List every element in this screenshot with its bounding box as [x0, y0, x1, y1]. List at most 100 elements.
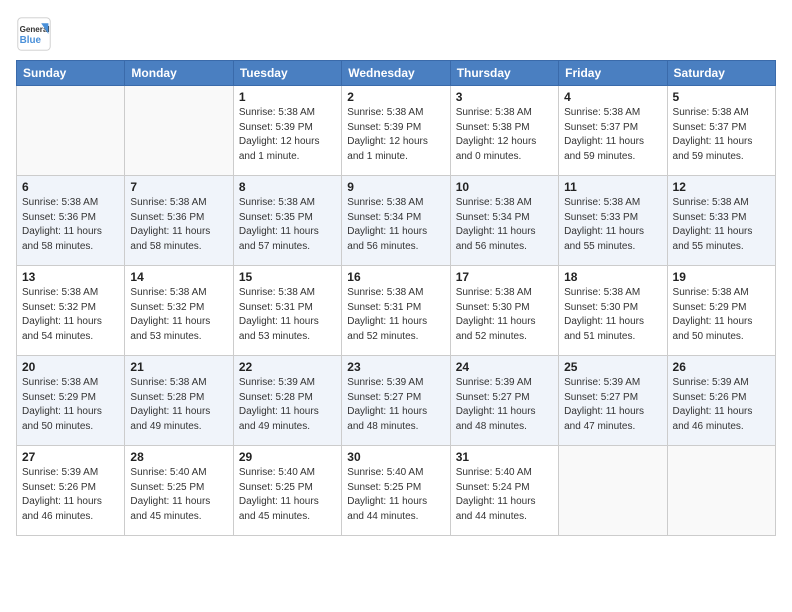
- day-info: Sunrise: 5:38 AM Sunset: 5:34 PM Dayligh…: [456, 196, 553, 254]
- calendar-cell: 8 Sunrise: 5:38 AM Sunset: 5:35 PM Daylig…: [233, 176, 341, 266]
- day-number: 5: [673, 90, 770, 104]
- logo-icon: General Blue: [16, 16, 52, 52]
- day-info: Sunrise: 5:38 AM Sunset: 5:38 PM Dayligh…: [456, 106, 553, 164]
- calendar-cell: 7 Sunrise: 5:38 AM Sunset: 5:36 PM Daylig…: [125, 176, 233, 266]
- page-header: General Blue: [16, 16, 776, 52]
- calendar-cell: 5 Sunrise: 5:38 AM Sunset: 5:37 PM Daylig…: [667, 86, 775, 176]
- calendar-cell: 26Sunrise: 5:39 AM Sunset: 5:26 PM Dayli…: [667, 356, 775, 446]
- day-number: 16: [347, 270, 444, 284]
- calendar-cell: 1 Sunrise: 5:38 AM Sunset: 5:39 PM Daylig…: [233, 86, 341, 176]
- day-number: 30: [347, 450, 444, 464]
- calendar-cell: 24 Sunrise: 5:39 AM Sunset: 5:27 PM Dayli…: [450, 356, 558, 446]
- day-number: 26: [673, 360, 770, 374]
- day-number: 13: [22, 270, 119, 284]
- week-row-5: 27 Sunrise: 5:39 AM Sunset: 5:26 PM Dayli…: [17, 446, 776, 536]
- calendar-cell: 2Sunrise: 5:38 AM Sunset: 5:39 PM Daylig…: [342, 86, 450, 176]
- calendar-cell: [559, 446, 667, 536]
- day-number: 6: [22, 180, 119, 194]
- day-info: Sunrise: 5:38 AM Sunset: 5:34 PM Dayligh…: [347, 196, 444, 254]
- day-number: 21: [130, 360, 227, 374]
- calendar-cell: 3 Sunrise: 5:38 AM Sunset: 5:38 PM Daylig…: [450, 86, 558, 176]
- day-info: Sunrise: 5:38 AM Sunset: 5:37 PM Dayligh…: [673, 106, 770, 164]
- day-number: 20: [22, 360, 119, 374]
- day-number: 24: [456, 360, 553, 374]
- day-info: Sunrise: 5:40 AM Sunset: 5:25 PM Dayligh…: [130, 466, 227, 524]
- day-number: 28: [130, 450, 227, 464]
- day-number: 31: [456, 450, 553, 464]
- day-info: Sunrise: 5:39 AM Sunset: 5:26 PM Dayligh…: [22, 466, 119, 524]
- calendar-cell: [125, 86, 233, 176]
- calendar-cell: 15 Sunrise: 5:38 AM Sunset: 5:31 PM Dayli…: [233, 266, 341, 356]
- day-info: Sunrise: 5:38 AM Sunset: 5:31 PM Dayligh…: [239, 286, 336, 344]
- week-row-2: 6 Sunrise: 5:38 AM Sunset: 5:36 PM Daylig…: [17, 176, 776, 266]
- day-info: Sunrise: 5:38 AM Sunset: 5:39 PM Dayligh…: [347, 106, 444, 164]
- calendar-cell: 9 Sunrise: 5:38 AM Sunset: 5:34 PM Daylig…: [342, 176, 450, 266]
- calendar-cell: 16 Sunrise: 5:38 AM Sunset: 5:31 PM Dayli…: [342, 266, 450, 356]
- day-number: 3: [456, 90, 553, 104]
- calendar-cell: 29Sunrise: 5:40 AM Sunset: 5:25 PM Dayli…: [233, 446, 341, 536]
- day-info: Sunrise: 5:38 AM Sunset: 5:29 PM Dayligh…: [22, 376, 119, 434]
- day-number: 29: [239, 450, 336, 464]
- week-row-3: 13 Sunrise: 5:38 AM Sunset: 5:32 PM Dayli…: [17, 266, 776, 356]
- day-info: Sunrise: 5:38 AM Sunset: 5:39 PM Dayligh…: [239, 106, 336, 164]
- day-number: 7: [130, 180, 227, 194]
- day-info: Sunrise: 5:38 AM Sunset: 5:36 PM Dayligh…: [22, 196, 119, 254]
- day-header-thursday: Thursday: [450, 61, 558, 86]
- day-header-sunday: Sunday: [17, 61, 125, 86]
- day-number: 10: [456, 180, 553, 194]
- day-header-saturday: Saturday: [667, 61, 775, 86]
- day-header-friday: Friday: [559, 61, 667, 86]
- calendar-cell: [667, 446, 775, 536]
- calendar-cell: 18 Sunrise: 5:38 AM Sunset: 5:30 PM Dayli…: [559, 266, 667, 356]
- calendar-cell: 14Sunrise: 5:38 AM Sunset: 5:32 PM Dayli…: [125, 266, 233, 356]
- day-info: Sunrise: 5:39 AM Sunset: 5:27 PM Dayligh…: [347, 376, 444, 434]
- day-info: Sunrise: 5:40 AM Sunset: 5:24 PM Dayligh…: [456, 466, 553, 524]
- calendar-cell: 13 Sunrise: 5:38 AM Sunset: 5:32 PM Dayli…: [17, 266, 125, 356]
- calendar-cell: 17 Sunrise: 5:38 AM Sunset: 5:30 PM Dayli…: [450, 266, 558, 356]
- day-info: Sunrise: 5:38 AM Sunset: 5:30 PM Dayligh…: [564, 286, 661, 344]
- day-number: 27: [22, 450, 119, 464]
- calendar-cell: 11 Sunrise: 5:38 AM Sunset: 5:33 PM Dayli…: [559, 176, 667, 266]
- day-number: 15: [239, 270, 336, 284]
- calendar-cell: 6 Sunrise: 5:38 AM Sunset: 5:36 PM Daylig…: [17, 176, 125, 266]
- calendar-cell: 4 Sunrise: 5:38 AM Sunset: 5:37 PM Daylig…: [559, 86, 667, 176]
- day-number: 17: [456, 270, 553, 284]
- calendar-cell: 19Sunrise: 5:38 AM Sunset: 5:29 PM Dayli…: [667, 266, 775, 356]
- logo: General Blue: [16, 16, 52, 52]
- day-info: Sunrise: 5:38 AM Sunset: 5:33 PM Dayligh…: [673, 196, 770, 254]
- calendar-cell: 28 Sunrise: 5:40 AM Sunset: 5:25 PM Dayli…: [125, 446, 233, 536]
- calendar-cell: 21 Sunrise: 5:38 AM Sunset: 5:28 PM Dayli…: [125, 356, 233, 446]
- day-number: 11: [564, 180, 661, 194]
- day-number: 8: [239, 180, 336, 194]
- day-header-wednesday: Wednesday: [342, 61, 450, 86]
- day-info: Sunrise: 5:38 AM Sunset: 5:28 PM Dayligh…: [130, 376, 227, 434]
- day-number: 12: [673, 180, 770, 194]
- day-info: Sunrise: 5:38 AM Sunset: 5:30 PM Dayligh…: [456, 286, 553, 344]
- day-number: 23: [347, 360, 444, 374]
- day-info: Sunrise: 5:39 AM Sunset: 5:27 PM Dayligh…: [456, 376, 553, 434]
- svg-text:Blue: Blue: [20, 35, 42, 46]
- day-info: Sunrise: 5:38 AM Sunset: 5:32 PM Dayligh…: [130, 286, 227, 344]
- calendar-cell: 27 Sunrise: 5:39 AM Sunset: 5:26 PM Dayli…: [17, 446, 125, 536]
- day-info: Sunrise: 5:38 AM Sunset: 5:35 PM Dayligh…: [239, 196, 336, 254]
- day-number: 19: [673, 270, 770, 284]
- calendar-cell: 30Sunrise: 5:40 AM Sunset: 5:25 PM Dayli…: [342, 446, 450, 536]
- day-info: Sunrise: 5:38 AM Sunset: 5:33 PM Dayligh…: [564, 196, 661, 254]
- day-info: Sunrise: 5:38 AM Sunset: 5:32 PM Dayligh…: [22, 286, 119, 344]
- day-info: Sunrise: 5:39 AM Sunset: 5:27 PM Dayligh…: [564, 376, 661, 434]
- header-row: SundayMondayTuesdayWednesdayThursdayFrid…: [17, 61, 776, 86]
- week-row-4: 20 Sunrise: 5:38 AM Sunset: 5:29 PM Dayli…: [17, 356, 776, 446]
- calendar-cell: 20 Sunrise: 5:38 AM Sunset: 5:29 PM Dayli…: [17, 356, 125, 446]
- calendar-cell: 22Sunrise: 5:39 AM Sunset: 5:28 PM Dayli…: [233, 356, 341, 446]
- day-number: 9: [347, 180, 444, 194]
- day-info: Sunrise: 5:38 AM Sunset: 5:37 PM Dayligh…: [564, 106, 661, 164]
- day-number: 1: [239, 90, 336, 104]
- calendar-cell: 23 Sunrise: 5:39 AM Sunset: 5:27 PM Dayli…: [342, 356, 450, 446]
- day-info: Sunrise: 5:38 AM Sunset: 5:36 PM Dayligh…: [130, 196, 227, 254]
- day-number: 18: [564, 270, 661, 284]
- day-number: 4: [564, 90, 661, 104]
- day-number: 22: [239, 360, 336, 374]
- calendar-table: SundayMondayTuesdayWednesdayThursdayFrid…: [16, 60, 776, 536]
- day-info: Sunrise: 5:38 AM Sunset: 5:31 PM Dayligh…: [347, 286, 444, 344]
- day-header-tuesday: Tuesday: [233, 61, 341, 86]
